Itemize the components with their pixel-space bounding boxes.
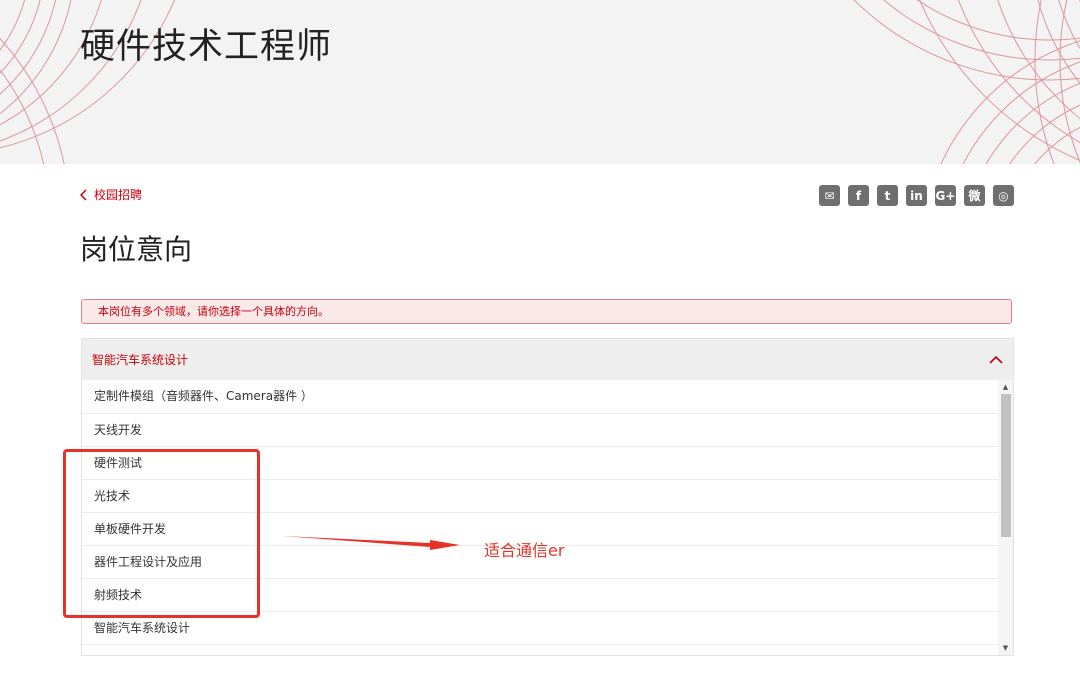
email-icon[interactable]: ✉ (819, 185, 840, 206)
google-plus-icon[interactable]: G+ (935, 185, 956, 206)
scroll-down-arrow-icon[interactable]: ▼ (998, 643, 1013, 653)
scrollbar-thumb[interactable] (1001, 394, 1011, 537)
section-title: 岗位意向 (80, 233, 193, 266)
linkedin-icon[interactable]: in (906, 185, 927, 206)
scroll-up-arrow-icon[interactable]: ▲ (998, 382, 1013, 392)
twitter-icon[interactable]: t (877, 185, 898, 206)
weibo-glyph: 微 (968, 189, 981, 203)
page-title: 硬件技术工程师 (80, 27, 333, 67)
dropdown-option[interactable]: 天线开发 (82, 414, 998, 447)
dropdown-selected-value: 智能汽车系统设计 (92, 353, 189, 367)
dropdown-header[interactable]: 智能汽车系统设计 (82, 339, 1013, 380)
back-to-campus-link[interactable]: 校园招聘 (80, 186, 142, 203)
chevron-left-icon (80, 188, 87, 201)
annotation-label: 适合通信er (484, 541, 565, 560)
back-link-label: 校园招聘 (94, 188, 143, 202)
alert-message: 本岗位有多个领域，请你选择一个具体的方向。 (81, 299, 1012, 324)
wechat-icon[interactable]: ◎ (993, 185, 1014, 206)
annotation-highlight-box (63, 449, 260, 618)
share-toolbar: ✉ f t in G+ 微 ◎ (819, 185, 1014, 206)
wechat-glyph: ◎ (998, 188, 1009, 203)
hero-banner: 硬件技术工程师 (0, 0, 1080, 164)
weibo-icon[interactable]: 微 (964, 185, 985, 206)
chevron-up-icon[interactable] (989, 355, 1003, 364)
google-plus-glyph: G+ (935, 188, 956, 203)
email-glyph: ✉ (824, 188, 835, 203)
twitter-glyph: t (884, 188, 891, 203)
annotation-arrow-icon (282, 536, 460, 550)
facebook-icon[interactable]: f (848, 185, 869, 206)
facebook-glyph: f (855, 188, 862, 203)
dropdown-scrollbar[interactable]: ▲ ▼ (998, 380, 1013, 655)
dropdown-option[interactable]: 定制件模组（音频器件、Camera器件 ） (82, 380, 998, 414)
linkedin-glyph: in (910, 188, 923, 203)
